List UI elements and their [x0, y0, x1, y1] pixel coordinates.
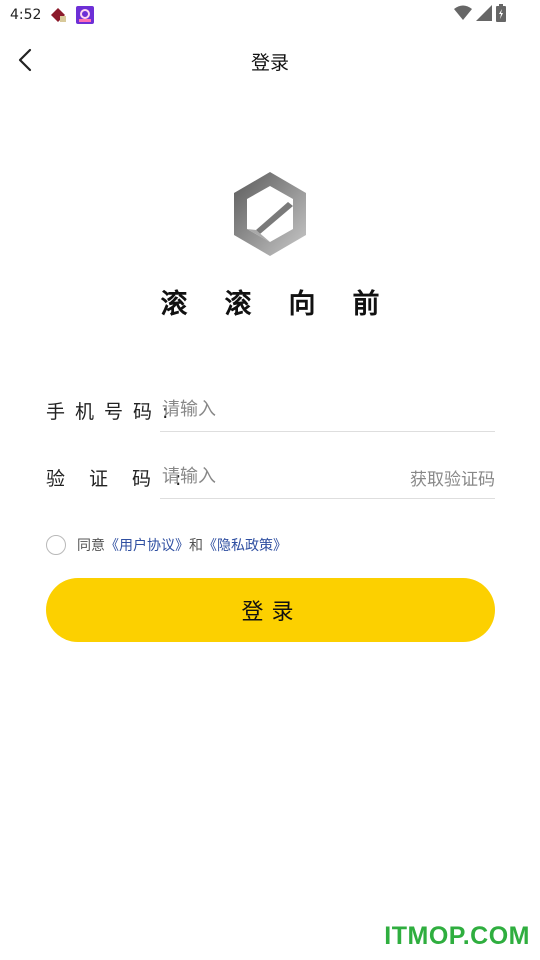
user-agreement-link[interactable]: 《用户协议》	[105, 535, 189, 555]
app-notification-icon	[49, 6, 69, 24]
code-input[interactable]	[160, 460, 385, 492]
agreement-row: 同意 《用户协议》 和 《隐私政策》	[46, 534, 287, 556]
status-indicators	[454, 4, 506, 26]
status-bar: 4:52	[0, 0, 540, 30]
phone-divider	[160, 431, 495, 432]
battery-icon	[496, 4, 506, 26]
phone-field: 手机号码:	[46, 393, 495, 432]
page-title: 登录	[250, 52, 289, 74]
status-time: 4:52	[10, 7, 42, 23]
agreement-prefix: 同意	[77, 538, 105, 554]
phone-label: 手机号码:	[46, 401, 179, 423]
wifi-icon	[454, 5, 472, 25]
get-code-button[interactable]: 获取验证码	[410, 465, 495, 490]
agreement-checkbox[interactable]	[46, 535, 66, 555]
watermark: ITMOP.COM	[384, 922, 530, 950]
code-divider	[160, 498, 495, 499]
app-logo	[230, 170, 310, 258]
code-field: 验证码: 获取验证码	[46, 460, 495, 499]
app-notification-icon-2	[76, 6, 94, 24]
nav-bar: 登录	[0, 38, 540, 82]
phone-input[interactable]	[160, 393, 495, 425]
signal-icon	[476, 5, 492, 25]
login-button[interactable]: 登录	[46, 578, 495, 642]
privacy-policy-link[interactable]: 《隐私政策》	[203, 535, 287, 555]
brand-name: 滚滚向前	[160, 289, 417, 320]
agreement-conjunction: 和	[189, 538, 203, 554]
